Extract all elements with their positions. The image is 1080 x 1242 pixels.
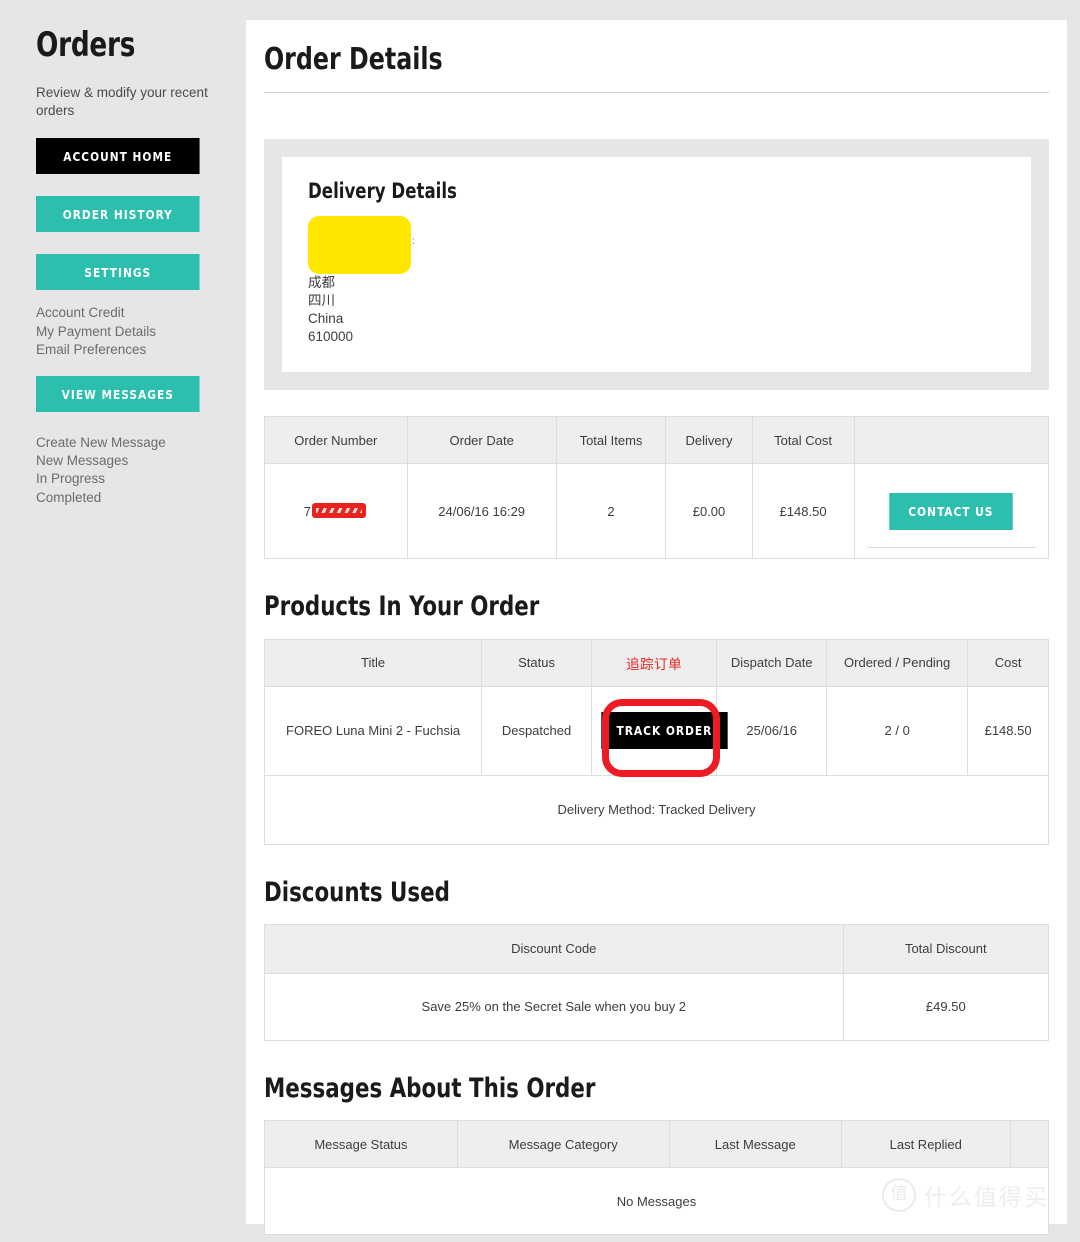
cell-product-title: FOREO Luna Mini 2 - Fuchsia	[263, 685, 483, 776]
col-title: Title	[263, 638, 483, 687]
col-ordered-pending: Ordered / Pending	[826, 638, 969, 687]
delivery-details-heading: Delivery Details	[308, 178, 457, 203]
col-total-cost: Total Cost	[751, 416, 855, 465]
col-order-number: Order Number	[264, 416, 408, 465]
cell-ordered-pending: 2 / 0	[826, 685, 969, 776]
messages-table: Message Status Message Category Last Mes…	[264, 1120, 1050, 1236]
cell-actions: CONTACT US	[853, 463, 1050, 560]
sidebar-title: Orders	[36, 25, 136, 65]
sidebar-link-my-payment-details[interactable]: My Payment Details	[36, 323, 228, 341]
cell-order-number: 7	[264, 463, 408, 560]
col-messages-actions	[1009, 1120, 1050, 1169]
title-divider	[264, 91, 1049, 93]
table-row: 7 24/06/16 16:29 2 £0.00 £148.50 CONTACT…	[264, 463, 1050, 560]
sidebar-subtitle: Review & modify your recent orders	[36, 85, 208, 119]
address-line-postcode: 610000	[308, 329, 354, 345]
delivery-address: : 成都 四川 China 610000	[308, 215, 528, 347]
products-heading: Products In Your Order	[264, 591, 540, 623]
sidebar-item-settings[interactable]: SETTINGS	[36, 254, 200, 291]
redacted-address-remnant: :	[412, 235, 414, 247]
col-total-discount: Total Discount	[842, 923, 1050, 974]
content-panel: Order Details Delivery Details : 成都 四川 C…	[246, 20, 1067, 1236]
delivery-details-card: Delivery Details : 成都 四川 China 610000	[282, 156, 1031, 373]
sidebar-link-completed[interactable]: Completed	[36, 489, 228, 507]
cell-no-messages: No Messages	[264, 1167, 1049, 1236]
sidebar: Orders Review & modify your recent order…	[28, 28, 228, 523]
table-header-row: Order Number Order Date Total Items Deli…	[264, 416, 1050, 465]
col-message-status: Message Status	[264, 1120, 458, 1169]
col-track: 追踪订单	[590, 638, 718, 687]
cell-total-items: 2	[555, 463, 667, 560]
cell-dispatch-date: 25/06/16	[716, 685, 828, 776]
delivery-method-row: Delivery Method: Tracked Delivery	[264, 774, 1049, 845]
col-last-replied: Last Replied	[841, 1120, 1011, 1169]
col-discount-code: Discount Code	[264, 923, 844, 974]
cell-delivery-method: Delivery Method: Tracked Delivery	[264, 774, 1049, 845]
sidebar-message-links: Create New Message New Messages In Progr…	[36, 434, 228, 507]
order-summary-table: Order Number Order Date Total Items Deli…	[264, 416, 1050, 560]
order-number-prefix: 7	[303, 504, 311, 520]
col-message-category: Message Category	[456, 1120, 670, 1169]
action-cell-divider	[866, 547, 1036, 549]
track-order-annotation-label: 追踪订单	[626, 656, 683, 672]
cell-track-order: TRACK ORDER	[590, 685, 728, 777]
cell-product-status: Despatched	[481, 685, 592, 776]
col-status: Status	[481, 638, 592, 687]
discounts-heading: Discounts Used	[264, 876, 450, 908]
col-actions	[853, 416, 1050, 465]
contact-us-button[interactable]: CONTACT US	[889, 492, 1013, 530]
page-root: Orders Review & modify your recent order…	[8, 0, 1072, 1242]
sidebar-link-create-new-message[interactable]: Create New Message	[36, 434, 228, 452]
order-number-value: 7	[304, 503, 368, 519]
sidebar-item-order-history[interactable]: ORDER HISTORY	[36, 196, 200, 233]
col-cost: Cost	[967, 638, 1049, 687]
products-table: Title Status 追踪订单 Dispatch Date Ordered …	[263, 638, 1049, 845]
table-header-row: Discount Code Total Discount	[264, 923, 1050, 974]
sidebar-link-account-credit[interactable]: Account Credit	[36, 304, 228, 322]
col-delivery: Delivery	[665, 416, 753, 465]
sidebar-link-email-preferences[interactable]: Email Preferences	[36, 341, 228, 359]
table-row: No Messages	[264, 1167, 1049, 1236]
table-row: Save 25% on the Secret Sale when you buy…	[264, 972, 1050, 1041]
cell-discount-code: Save 25% on the Secret Sale when you buy…	[264, 972, 844, 1041]
table-header-row: Message Status Message Category Last Mes…	[264, 1120, 1050, 1169]
yellow-redaction-block	[308, 215, 411, 274]
discounts-table: Discount Code Total Discount Save 25% on…	[264, 923, 1050, 1041]
track-order-button[interactable]: TRACK ORDER	[601, 712, 728, 750]
cell-total-cost: £148.50	[751, 463, 855, 560]
page-title: Order Details	[264, 42, 443, 77]
sidebar-item-account-home[interactable]: ACCOUNT HOME	[36, 138, 200, 175]
col-last-message: Last Message	[668, 1120, 843, 1169]
delivery-details-section: Delivery Details : 成都 四川 China 610000	[264, 138, 1049, 391]
address-line-province: 四川	[308, 293, 335, 309]
sidebar-account-links: Account Credit My Payment Details Email …	[36, 304, 228, 359]
sidebar-link-in-progress[interactable]: In Progress	[36, 470, 228, 488]
address-line-city: 成都	[308, 275, 335, 291]
col-total-items: Total Items	[555, 416, 667, 465]
table-row: FOREO Luna Mini 2 - Fuchsia Despatched T…	[263, 685, 1049, 777]
red-redaction-mark	[311, 503, 366, 519]
table-header-row: Title Status 追踪订单 Dispatch Date Ordered …	[263, 638, 1049, 687]
address-line-country: China	[308, 311, 344, 327]
cell-product-cost: £148.50	[967, 685, 1049, 776]
cell-delivery: £0.00	[665, 463, 753, 560]
sidebar-item-view-messages[interactable]: VIEW MESSAGES	[36, 375, 200, 412]
col-order-date: Order Date	[406, 416, 557, 465]
cell-total-discount: £49.50	[842, 972, 1050, 1041]
messages-heading: Messages About This Order	[264, 1072, 596, 1104]
cell-order-date: 24/06/16 16:29	[406, 463, 557, 560]
sidebar-link-new-messages[interactable]: New Messages	[36, 452, 228, 470]
col-dispatch-date: Dispatch Date	[716, 638, 828, 687]
